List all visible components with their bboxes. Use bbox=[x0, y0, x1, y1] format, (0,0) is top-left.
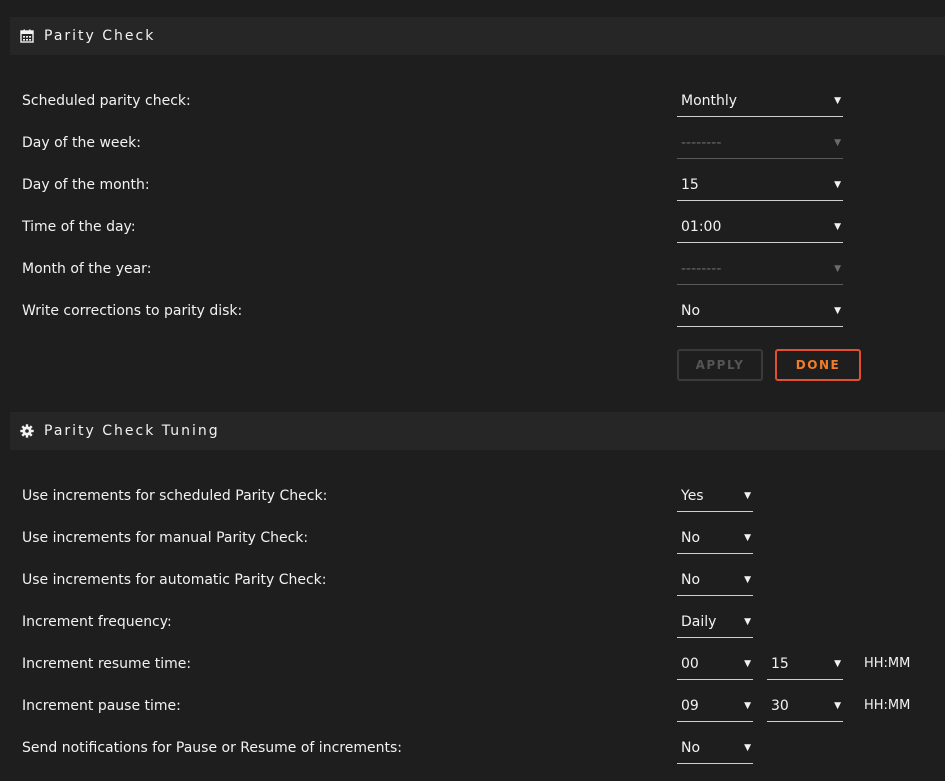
select-value: No bbox=[681, 572, 701, 588]
increments-automatic-row: Use increments for automatic Parity Chec… bbox=[22, 564, 942, 596]
row-label: Time of the day: bbox=[22, 219, 136, 235]
increments-scheduled-select[interactable]: Yes ▼ bbox=[677, 480, 753, 512]
increment-resume-time-row: Increment resume time: 00 ▼ 15 ▼ HH:MM bbox=[22, 648, 942, 680]
caret-down-icon: ▼ bbox=[744, 743, 751, 753]
row-label: Month of the year: bbox=[22, 261, 152, 277]
caret-down-icon: ▼ bbox=[834, 306, 841, 316]
caret-down-icon: ▼ bbox=[744, 701, 751, 711]
select-value: 01:00 bbox=[681, 219, 722, 235]
month-of-year-row: Month of the year: -------- ▼ bbox=[22, 253, 942, 285]
day-of-week-select[interactable]: -------- ▼ bbox=[677, 127, 843, 159]
increments-automatic-select[interactable]: No ▼ bbox=[677, 564, 753, 596]
pause-hours-select[interactable]: 09 ▼ bbox=[677, 690, 753, 722]
section-title: Parity Check bbox=[44, 28, 156, 44]
increment-frequency-row: Increment frequency: Daily ▼ bbox=[22, 606, 942, 638]
send-notifications-select[interactable]: No ▼ bbox=[677, 732, 753, 764]
row-label: Day of the week: bbox=[22, 135, 141, 151]
calendar-icon bbox=[20, 29, 34, 43]
row-label: Use increments for scheduled Parity Chec… bbox=[22, 488, 328, 504]
caret-down-icon: ▼ bbox=[744, 491, 751, 501]
caret-down-icon: ▼ bbox=[744, 617, 751, 627]
day-of-week-row: Day of the week: -------- ▼ bbox=[22, 127, 942, 159]
select-value: 00 bbox=[681, 656, 699, 672]
increment-frequency-select[interactable]: Daily ▼ bbox=[677, 606, 753, 638]
row-label: Scheduled parity check: bbox=[22, 93, 191, 109]
scheduled-parity-check-row: Scheduled parity check: Monthly ▼ bbox=[22, 85, 942, 117]
caret-down-icon: ▼ bbox=[834, 180, 841, 190]
row-label: Write corrections to parity disk: bbox=[22, 303, 243, 319]
select-value: No bbox=[681, 740, 701, 756]
caret-down-icon: ▼ bbox=[834, 659, 841, 669]
row-label: Day of the month: bbox=[22, 177, 150, 193]
scheduled-parity-check-select[interactable]: Monthly ▼ bbox=[677, 85, 843, 117]
select-value: Monthly bbox=[681, 93, 738, 109]
row-label: Use increments for manual Parity Check: bbox=[22, 530, 309, 546]
time-of-day-row: Time of the day: 01:00 ▼ bbox=[22, 211, 942, 243]
resume-minutes-select[interactable]: 15 ▼ bbox=[767, 648, 843, 680]
month-of-year-select[interactable]: -------- ▼ bbox=[677, 253, 843, 285]
select-value: 15 bbox=[681, 177, 699, 193]
caret-down-icon: ▼ bbox=[834, 264, 841, 274]
increment-pause-time-row: Increment pause time: 09 ▼ 30 ▼ HH:MM bbox=[22, 690, 942, 722]
day-of-month-row: Day of the month: 15 ▼ bbox=[22, 169, 942, 201]
select-value: 30 bbox=[771, 698, 789, 714]
increments-manual-row: Use increments for manual Parity Check: … bbox=[22, 522, 942, 554]
caret-down-icon: ▼ bbox=[834, 222, 841, 232]
select-value: 15 bbox=[771, 656, 789, 672]
write-corrections-row: Write corrections to parity disk: No ▼ bbox=[22, 295, 942, 327]
day-of-month-select[interactable]: 15 ▼ bbox=[677, 169, 843, 201]
resume-hours-select[interactable]: 00 ▼ bbox=[677, 648, 753, 680]
caret-down-icon: ▼ bbox=[834, 701, 841, 711]
section-title: Parity Check Tuning bbox=[44, 423, 220, 439]
increments-manual-select[interactable]: No ▼ bbox=[677, 522, 753, 554]
caret-down-icon: ▼ bbox=[834, 138, 841, 148]
row-label: Use increments for automatic Parity Chec… bbox=[22, 572, 327, 588]
row-label: Send notifications for Pause or Resume o… bbox=[22, 740, 402, 756]
caret-down-icon: ▼ bbox=[834, 96, 841, 106]
time-of-day-select[interactable]: 01:00 ▼ bbox=[677, 211, 843, 243]
parity-check-tuning-header: Parity Check Tuning bbox=[10, 412, 945, 450]
done-button[interactable]: DONE bbox=[775, 349, 861, 381]
select-value: Daily bbox=[681, 614, 717, 630]
select-value: 09 bbox=[681, 698, 699, 714]
caret-down-icon: ▼ bbox=[744, 575, 751, 585]
select-value: -------- bbox=[681, 261, 722, 277]
row-label: Increment pause time: bbox=[22, 698, 181, 714]
select-value: -------- bbox=[681, 135, 722, 151]
select-value: Yes bbox=[681, 488, 704, 504]
parity-check-header: Parity Check bbox=[10, 17, 945, 55]
row-label: Increment resume time: bbox=[22, 656, 192, 672]
increments-scheduled-row: Use increments for scheduled Parity Chec… bbox=[22, 480, 942, 512]
caret-down-icon: ▼ bbox=[744, 533, 751, 543]
write-corrections-select[interactable]: No ▼ bbox=[677, 295, 843, 327]
row-label: Increment frequency: bbox=[22, 614, 172, 630]
gear-icon bbox=[20, 424, 34, 438]
time-format-label: HH:MM bbox=[864, 656, 911, 671]
send-notifications-row: Send notifications for Pause or Resume o… bbox=[22, 732, 942, 764]
select-value: No bbox=[681, 303, 701, 319]
pause-minutes-select[interactable]: 30 ▼ bbox=[767, 690, 843, 722]
time-format-label: HH:MM bbox=[864, 698, 911, 713]
apply-button[interactable]: APPLY bbox=[677, 349, 763, 381]
caret-down-icon: ▼ bbox=[744, 659, 751, 669]
select-value: No bbox=[681, 530, 701, 546]
